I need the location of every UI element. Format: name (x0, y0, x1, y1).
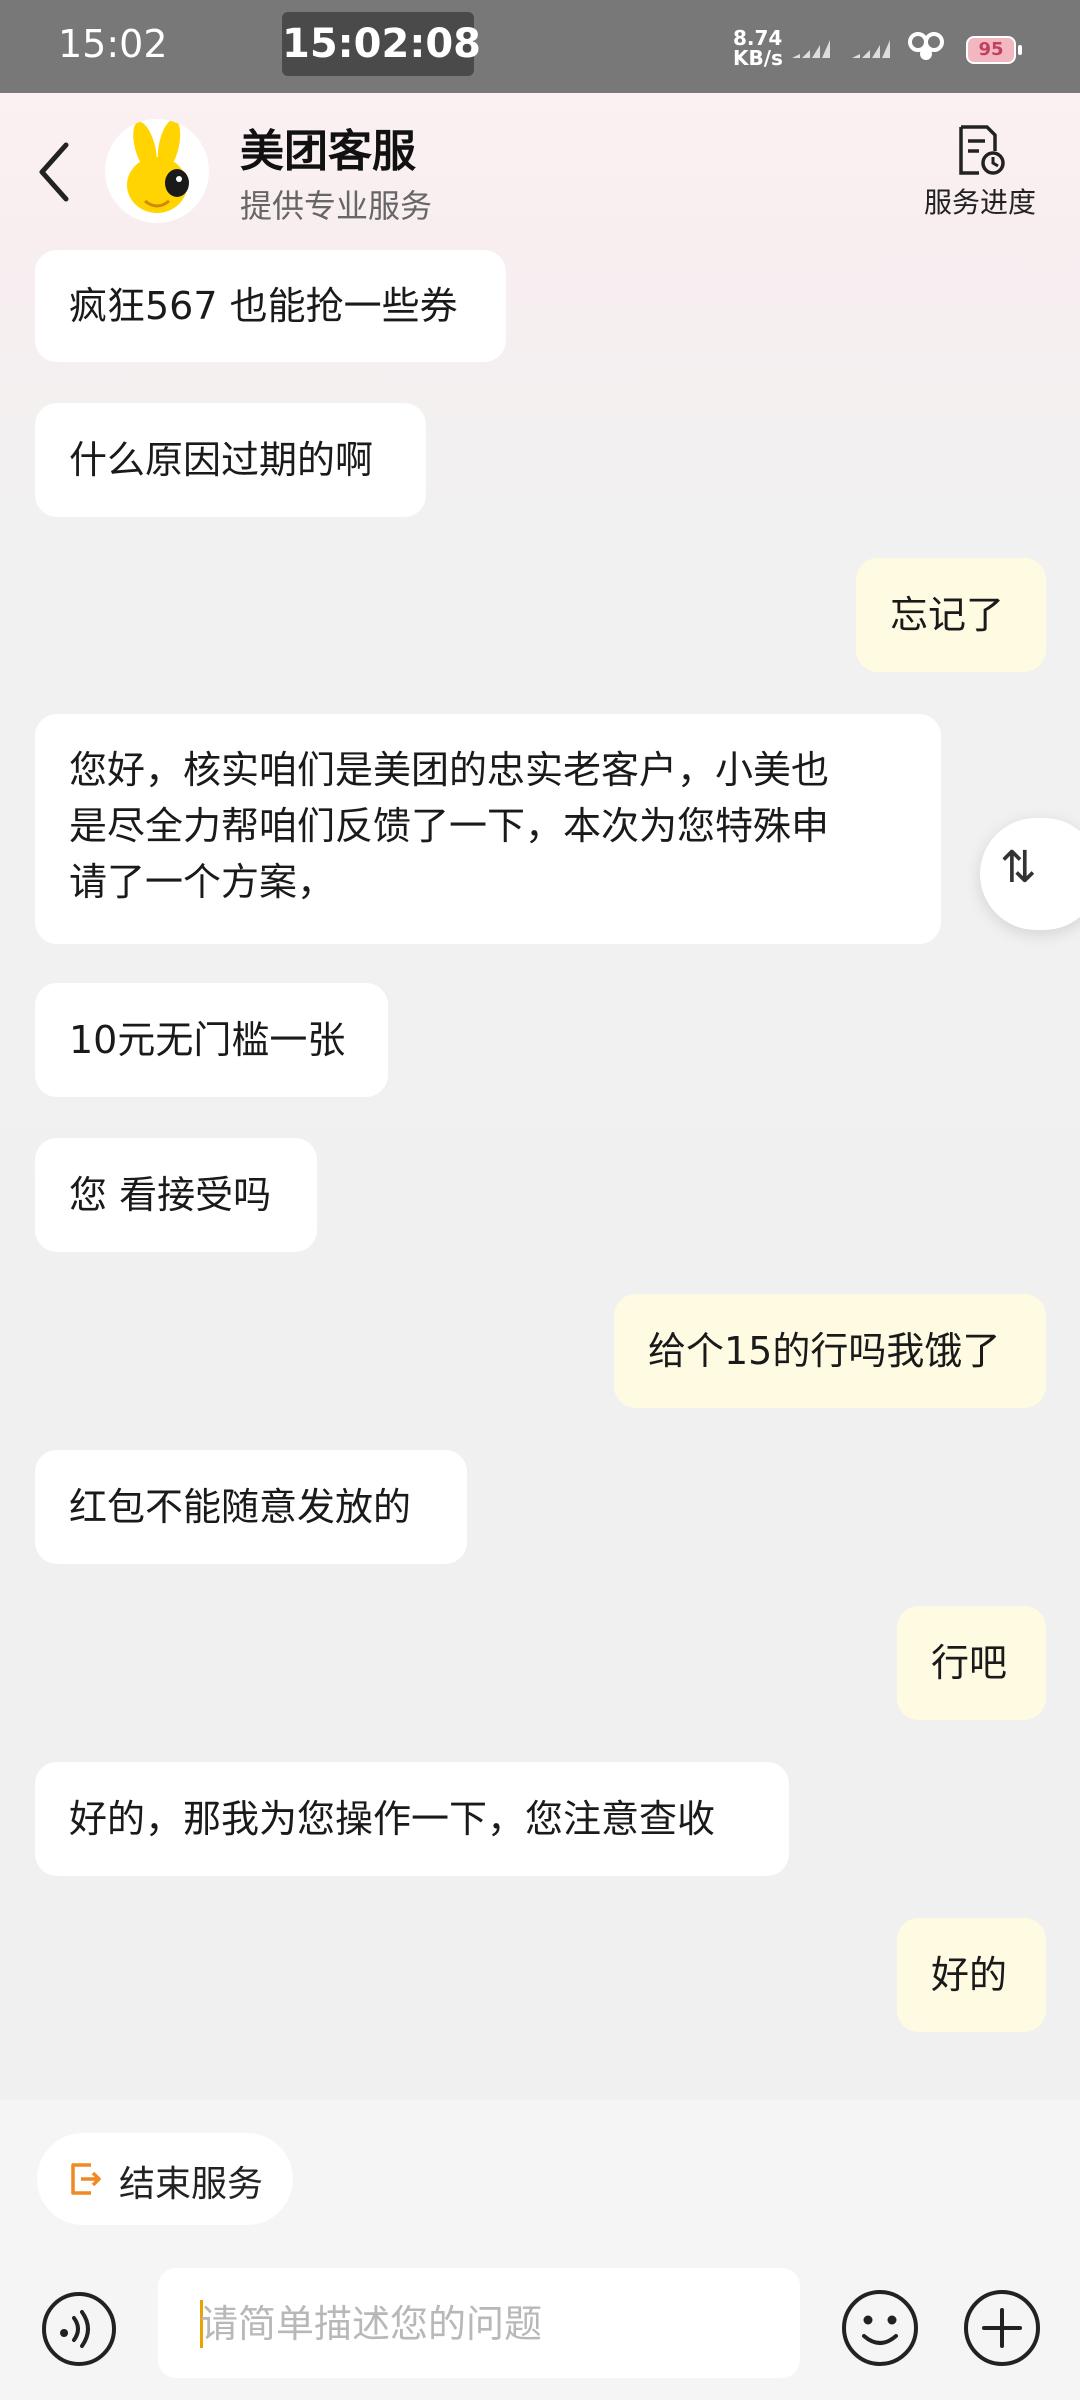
exit-icon (71, 2163, 101, 2195)
battery-icon: 95 (966, 36, 1022, 64)
back-button[interactable] (30, 137, 80, 207)
chat-header: 美团客服 提供专业服务 服务进度 (0, 93, 1080, 248)
message-incoming: 您 看接受吗 (35, 1138, 317, 1252)
message-incoming: 10元无门槛一张 (35, 983, 388, 1097)
sort-arrows-icon: ⇅ (1000, 842, 1037, 893)
message-incoming: 疯狂567 也能抢一些券 (35, 250, 506, 362)
voice-input-button[interactable] (40, 2290, 118, 2368)
signal-icon (792, 40, 830, 58)
network-speed: 8.74 KB/s (733, 28, 783, 68)
more-options-plus-button[interactable] (962, 2288, 1042, 2368)
message-text: 忘记了 (890, 593, 1005, 637)
message-line: 您好，核实咱们是美团的忠实老客户，小美也 (69, 748, 830, 792)
net-speed-value: 8.74 (733, 26, 783, 50)
status-time: 15:02 (58, 22, 168, 66)
net-speed-unit: KB/s (733, 46, 783, 70)
message-text: 您 看接受吗 (69, 1173, 272, 1217)
message-line: 请了一个方案， (69, 860, 336, 904)
message-outgoing: 给个15的行吗我饿了 (614, 1294, 1046, 1408)
message-line: 是尽全力帮咱们反馈了一下，本次为您特殊申 (69, 804, 830, 848)
message-outgoing: 行吧 (897, 1606, 1046, 1720)
message-text: 疯狂567 也能抢一些券 (69, 284, 458, 328)
service-progress-button[interactable]: 服务进度 (915, 123, 1045, 223)
status-bar: 15:02 15:02:08 8.74 KB/s 95 (0, 0, 1080, 93)
message-input[interactable] (198, 2294, 762, 2354)
message-text: 给个15的行吗我饿了 (648, 1329, 1001, 1373)
emoji-button[interactable] (840, 2288, 920, 2368)
document-clock-icon (959, 125, 1005, 175)
clock-overlay: 15:02:08 (282, 12, 481, 76)
sort-toggle-button[interactable]: ⇅ (980, 818, 1080, 930)
message-incoming: 什么原因过期的啊 (35, 403, 426, 517)
message-text: 好的 (931, 1953, 1008, 1997)
chat-area[interactable]: 疯狂567 也能抢一些券 什么原因过期的啊 忘记了 您好，核实咱们是美团的忠实老… (0, 248, 1080, 2100)
kangaroo-mascot-icon (127, 119, 189, 213)
message-text: 红包不能随意发放的 (69, 1485, 412, 1529)
message-incoming: 您好，核实咱们是美团的忠实老客户，小美也 是尽全力帮咱们反馈了一下，本次为您特殊… (35, 714, 941, 944)
page-subtitle: 提供专业服务 (240, 187, 433, 225)
message-incoming: 好的，那我为您操作一下，您注意查收 (35, 1762, 789, 1876)
page-title: 美团客服 (240, 126, 416, 177)
message-outgoing: 忘记了 (856, 558, 1046, 672)
end-service-button[interactable]: 结束服务 (37, 2133, 293, 2225)
message-text: 什么原因过期的啊 (69, 438, 374, 482)
service-progress-label: 服务进度 (923, 186, 1036, 219)
bottom-bar: 结束服务 (0, 2100, 1080, 2400)
signal-icon (852, 40, 890, 58)
message-incoming: 红包不能随意发放的 (35, 1450, 467, 1564)
avatar[interactable] (105, 119, 209, 223)
end-service-label: 结束服务 (119, 2164, 264, 2205)
message-input-container (158, 2268, 800, 2378)
wifi-icon (908, 32, 944, 60)
message-outgoing: 好的 (897, 1918, 1046, 2032)
message-text: 好的，那我为您操作一下，您注意查收 (69, 1797, 716, 1841)
message-text: 10元无门槛一张 (69, 1018, 346, 1062)
message-text: 行吧 (931, 1641, 1008, 1685)
